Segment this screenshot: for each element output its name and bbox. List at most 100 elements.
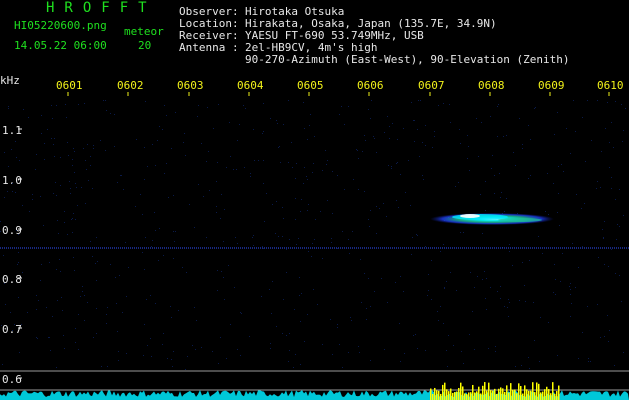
speckle xyxy=(97,261,98,262)
speckle xyxy=(175,112,176,113)
speckle xyxy=(95,263,96,264)
speckle xyxy=(220,337,221,338)
speckle xyxy=(289,333,290,334)
speckle xyxy=(48,337,49,338)
speckle xyxy=(500,197,501,198)
speckle xyxy=(18,234,19,235)
speckle xyxy=(258,160,259,161)
speckle xyxy=(299,277,300,278)
speckle xyxy=(150,338,151,339)
speckle xyxy=(368,109,369,110)
speckle xyxy=(192,345,193,346)
speckle xyxy=(349,253,350,254)
speckle xyxy=(245,108,246,109)
speckle xyxy=(547,173,548,174)
speckle xyxy=(613,147,614,148)
speckle xyxy=(368,278,369,279)
speckle xyxy=(495,351,496,352)
speckle xyxy=(625,108,626,109)
speckle xyxy=(262,133,263,134)
speckle xyxy=(19,352,20,353)
speckle xyxy=(159,126,160,127)
speckle xyxy=(446,281,447,282)
speckle xyxy=(607,315,608,316)
speckle xyxy=(337,327,338,328)
speckle xyxy=(253,235,254,236)
speckle xyxy=(558,166,559,167)
axis-ticks xyxy=(18,92,610,379)
speckle xyxy=(322,258,323,259)
speckle xyxy=(103,100,104,101)
activity-bar xyxy=(460,382,462,400)
speckle xyxy=(300,211,301,212)
speckle xyxy=(411,254,412,255)
speckle xyxy=(313,163,314,164)
speckle xyxy=(582,332,583,333)
speckle xyxy=(553,183,554,184)
speckle xyxy=(307,210,308,211)
speckle xyxy=(570,153,571,154)
speckle xyxy=(404,353,405,354)
speckle xyxy=(32,194,33,195)
speckle xyxy=(611,249,612,250)
speckle xyxy=(396,163,397,164)
speckle xyxy=(337,248,338,249)
speckle xyxy=(533,302,534,303)
speckle xyxy=(77,205,78,206)
speckle xyxy=(494,193,495,194)
speckle xyxy=(370,306,371,307)
activity-bar xyxy=(538,383,540,400)
speckle xyxy=(383,203,384,204)
speckle xyxy=(563,171,564,172)
speckle xyxy=(548,322,549,323)
speckle xyxy=(481,122,482,123)
speckle xyxy=(82,286,83,287)
speckle xyxy=(364,273,365,274)
speckle xyxy=(286,249,287,250)
speckle xyxy=(384,132,385,133)
speckle xyxy=(93,337,94,338)
speckle xyxy=(63,335,64,336)
speckle xyxy=(56,367,57,368)
speckle xyxy=(60,271,61,272)
activity-bar xyxy=(436,390,438,400)
speckle xyxy=(114,146,115,147)
speckle xyxy=(337,175,338,176)
activity-bar xyxy=(540,392,542,400)
activity-bar xyxy=(482,385,484,400)
speckle xyxy=(218,104,219,105)
speckle xyxy=(171,148,172,149)
speckle xyxy=(283,218,284,219)
speckle xyxy=(508,316,509,317)
speckle xyxy=(221,194,222,195)
speckle xyxy=(18,297,19,298)
speckle xyxy=(602,229,603,230)
speckle xyxy=(298,238,299,239)
speckle xyxy=(264,221,265,222)
speckle xyxy=(400,276,401,277)
speckle xyxy=(294,309,295,310)
speckle xyxy=(557,212,558,213)
speckle xyxy=(576,194,577,195)
activity-bar xyxy=(488,382,490,400)
speckle xyxy=(277,123,278,124)
speckle xyxy=(84,320,85,321)
activity-bar xyxy=(440,393,442,400)
speckle xyxy=(623,352,624,353)
speckle xyxy=(101,366,102,367)
speckle xyxy=(440,251,441,252)
speckle xyxy=(107,366,108,367)
speckle xyxy=(604,221,605,222)
speckle xyxy=(254,160,255,161)
speckle xyxy=(604,336,605,337)
speckle xyxy=(22,205,23,206)
speckle xyxy=(73,148,74,149)
speckle xyxy=(352,231,353,232)
speckle xyxy=(555,279,556,280)
speckle xyxy=(118,351,119,352)
speckle xyxy=(515,366,516,367)
speckle xyxy=(449,104,450,105)
speckle xyxy=(125,242,126,243)
speckle xyxy=(96,280,97,281)
speckle xyxy=(189,204,190,205)
